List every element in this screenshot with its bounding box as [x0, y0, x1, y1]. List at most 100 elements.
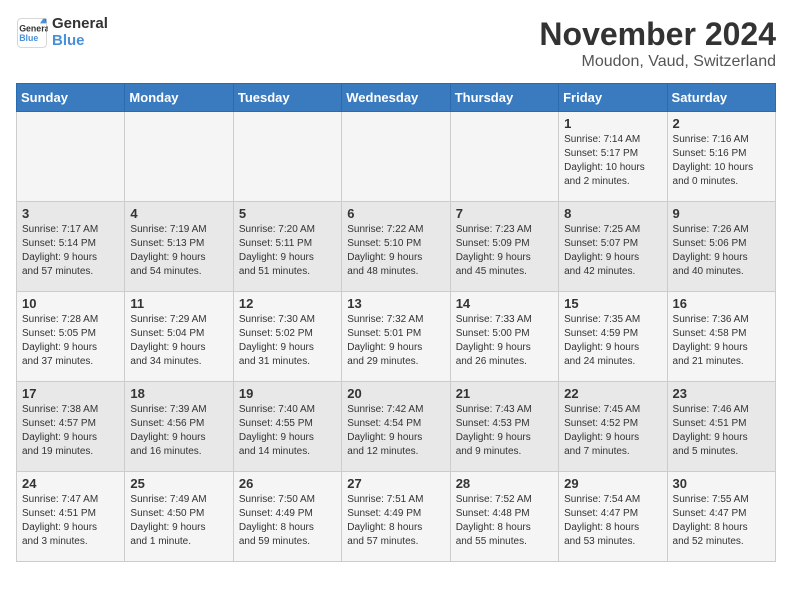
day-number: 24: [22, 476, 119, 491]
week-row-3: 10 Sunrise: 7:28 AM Sunset: 5:05 PM Dayli…: [17, 292, 776, 382]
day-info: Sunrise: 7:29 AM Sunset: 5:04 PM Dayligh…: [130, 313, 227, 369]
day-info: Sunrise: 7:52 AM Sunset: 4:48 PM Dayligh…: [456, 493, 553, 549]
day-number: 10: [22, 296, 119, 311]
calendar-cell: 27 Sunrise: 7:51 AM Sunset: 4:49 PM Dayli…: [342, 472, 450, 562]
calendar-cell: 22 Sunrise: 7:45 AM Sunset: 4:52 PM Dayli…: [559, 382, 667, 472]
calendar-cell: 17 Sunrise: 7:38 AM Sunset: 4:57 PM Dayli…: [17, 382, 125, 472]
day-info: Sunrise: 7:50 AM Sunset: 4:49 PM Dayligh…: [239, 493, 336, 549]
day-info: Sunrise: 7:25 AM Sunset: 5:07 PM Dayligh…: [564, 223, 661, 279]
calendar-cell: 18 Sunrise: 7:39 AM Sunset: 4:56 PM Dayli…: [125, 382, 233, 472]
calendar-cell: 15Sunrise: 7:35 AM Sunset: 4:59 PM Dayli…: [559, 292, 667, 382]
day-info: Sunrise: 7:49 AM Sunset: 4:50 PM Dayligh…: [130, 493, 227, 549]
day-info: Sunrise: 7:43 AM Sunset: 4:53 PM Dayligh…: [456, 403, 553, 459]
day-number: 29: [564, 476, 661, 491]
calendar-cell: 11 Sunrise: 7:29 AM Sunset: 5:04 PM Dayli…: [125, 292, 233, 382]
day-info: Sunrise: 7:42 AM Sunset: 4:54 PM Dayligh…: [347, 403, 444, 459]
day-info: Sunrise: 7:26 AM Sunset: 5:06 PM Dayligh…: [673, 223, 770, 279]
day-info: Sunrise: 7:45 AM Sunset: 4:52 PM Dayligh…: [564, 403, 661, 459]
weekday-header-thursday: Thursday: [450, 84, 558, 112]
day-number: 19: [239, 386, 336, 401]
calendar-cell: 10 Sunrise: 7:28 AM Sunset: 5:05 PM Dayli…: [17, 292, 125, 382]
title-area: November 2024 Moudon, Vaud, Switzerland: [539, 16, 776, 71]
day-number: 23: [673, 386, 770, 401]
logo-icon: General Blue: [16, 17, 48, 49]
day-number: 26: [239, 476, 336, 491]
logo: General Blue General Blue: [16, 16, 108, 49]
day-number: 1: [564, 116, 661, 131]
calendar-cell: [342, 112, 450, 202]
calendar-cell: 5 Sunrise: 7:20 AM Sunset: 5:11 PM Daylig…: [233, 202, 341, 292]
day-info: Sunrise: 7:38 AM Sunset: 4:57 PM Dayligh…: [22, 403, 119, 459]
calendar-cell: 1 Sunrise: 7:14 AM Sunset: 5:17 PM Daylig…: [559, 112, 667, 202]
svg-text:General: General: [19, 23, 48, 33]
weekday-header-sunday: Sunday: [17, 84, 125, 112]
weekday-header-wednesday: Wednesday: [342, 84, 450, 112]
calendar-cell: 6 Sunrise: 7:22 AM Sunset: 5:10 PM Daylig…: [342, 202, 450, 292]
day-number: 15: [564, 296, 661, 311]
day-number: 17: [22, 386, 119, 401]
weekday-header-row: SundayMondayTuesdayWednesdayThursdayFrid…: [17, 84, 776, 112]
calendar-cell: [125, 112, 233, 202]
week-row-1: 1 Sunrise: 7:14 AM Sunset: 5:17 PM Daylig…: [17, 112, 776, 202]
month-title: November 2024: [539, 16, 776, 53]
day-info: Sunrise: 7:36 AM Sunset: 4:58 PM Dayligh…: [673, 313, 770, 369]
calendar-cell: 4Sunrise: 7:19 AM Sunset: 5:13 PM Daylig…: [125, 202, 233, 292]
calendar-cell: 24Sunrise: 7:47 AM Sunset: 4:51 PM Dayli…: [17, 472, 125, 562]
calendar-cell: 7Sunrise: 7:23 AM Sunset: 5:09 PM Daylig…: [450, 202, 558, 292]
calendar-cell: 26 Sunrise: 7:50 AM Sunset: 4:49 PM Dayli…: [233, 472, 341, 562]
day-number: 6: [347, 206, 444, 221]
day-number: 11: [130, 296, 227, 311]
day-number: 27: [347, 476, 444, 491]
weekday-header-tuesday: Tuesday: [233, 84, 341, 112]
day-number: 28: [456, 476, 553, 491]
day-number: 21: [456, 386, 553, 401]
day-number: 20: [347, 386, 444, 401]
day-info: Sunrise: 7:20 AM Sunset: 5:11 PM Dayligh…: [239, 223, 336, 279]
day-number: 18: [130, 386, 227, 401]
weekday-header-friday: Friday: [559, 84, 667, 112]
calendar-cell: 21 Sunrise: 7:43 AM Sunset: 4:53 PM Dayli…: [450, 382, 558, 472]
day-number: 8: [564, 206, 661, 221]
week-row-2: 3Sunrise: 7:17 AM Sunset: 5:14 PM Daylig…: [17, 202, 776, 292]
calendar-cell: 14Sunrise: 7:33 AM Sunset: 5:00 PM Dayli…: [450, 292, 558, 382]
weekday-header-monday: Monday: [125, 84, 233, 112]
calendar-cell: 8 Sunrise: 7:25 AM Sunset: 5:07 PM Daylig…: [559, 202, 667, 292]
day-info: Sunrise: 7:16 AM Sunset: 5:16 PM Dayligh…: [673, 133, 770, 189]
day-number: 7: [456, 206, 553, 221]
logo-general: General: [52, 16, 108, 33]
calendar-cell: 16 Sunrise: 7:36 AM Sunset: 4:58 PM Dayli…: [667, 292, 775, 382]
calendar-cell: 13Sunrise: 7:32 AM Sunset: 5:01 PM Dayli…: [342, 292, 450, 382]
day-info: Sunrise: 7:46 AM Sunset: 4:51 PM Dayligh…: [673, 403, 770, 459]
day-info: Sunrise: 7:28 AM Sunset: 5:05 PM Dayligh…: [22, 313, 119, 369]
day-number: 12: [239, 296, 336, 311]
header: General Blue General Blue November 2024 …: [16, 16, 776, 71]
day-info: Sunrise: 7:22 AM Sunset: 5:10 PM Dayligh…: [347, 223, 444, 279]
calendar-cell: 23 Sunrise: 7:46 AM Sunset: 4:51 PM Dayli…: [667, 382, 775, 472]
calendar-cell: 2 Sunrise: 7:16 AM Sunset: 5:16 PM Daylig…: [667, 112, 775, 202]
day-info: Sunrise: 7:39 AM Sunset: 4:56 PM Dayligh…: [130, 403, 227, 459]
day-number: 30: [673, 476, 770, 491]
day-info: Sunrise: 7:32 AM Sunset: 5:01 PM Dayligh…: [347, 313, 444, 369]
calendar-cell: 19 Sunrise: 7:40 AM Sunset: 4:55 PM Dayli…: [233, 382, 341, 472]
day-number: 5: [239, 206, 336, 221]
day-number: 4: [130, 206, 227, 221]
svg-text:Blue: Blue: [19, 33, 38, 43]
calendar-cell: 28 Sunrise: 7:52 AM Sunset: 4:48 PM Dayli…: [450, 472, 558, 562]
calendar-cell: 20 Sunrise: 7:42 AM Sunset: 4:54 PM Dayli…: [342, 382, 450, 472]
day-info: Sunrise: 7:51 AM Sunset: 4:49 PM Dayligh…: [347, 493, 444, 549]
day-number: 22: [564, 386, 661, 401]
day-number: 9: [673, 206, 770, 221]
day-number: 16: [673, 296, 770, 311]
day-number: 2: [673, 116, 770, 131]
logo-blue: Blue: [52, 33, 108, 50]
calendar-cell: 29 Sunrise: 7:54 AM Sunset: 4:47 PM Dayli…: [559, 472, 667, 562]
calendar-cell: 9 Sunrise: 7:26 AM Sunset: 5:06 PM Daylig…: [667, 202, 775, 292]
week-row-5: 24Sunrise: 7:47 AM Sunset: 4:51 PM Dayli…: [17, 472, 776, 562]
day-info: Sunrise: 7:40 AM Sunset: 4:55 PM Dayligh…: [239, 403, 336, 459]
calendar-cell: 3Sunrise: 7:17 AM Sunset: 5:14 PM Daylig…: [17, 202, 125, 292]
day-info: Sunrise: 7:14 AM Sunset: 5:17 PM Dayligh…: [564, 133, 661, 189]
calendar-cell: [450, 112, 558, 202]
week-row-4: 17 Sunrise: 7:38 AM Sunset: 4:57 PM Dayli…: [17, 382, 776, 472]
day-info: Sunrise: 7:54 AM Sunset: 4:47 PM Dayligh…: [564, 493, 661, 549]
calendar-table: SundayMondayTuesdayWednesdayThursdayFrid…: [16, 83, 776, 562]
